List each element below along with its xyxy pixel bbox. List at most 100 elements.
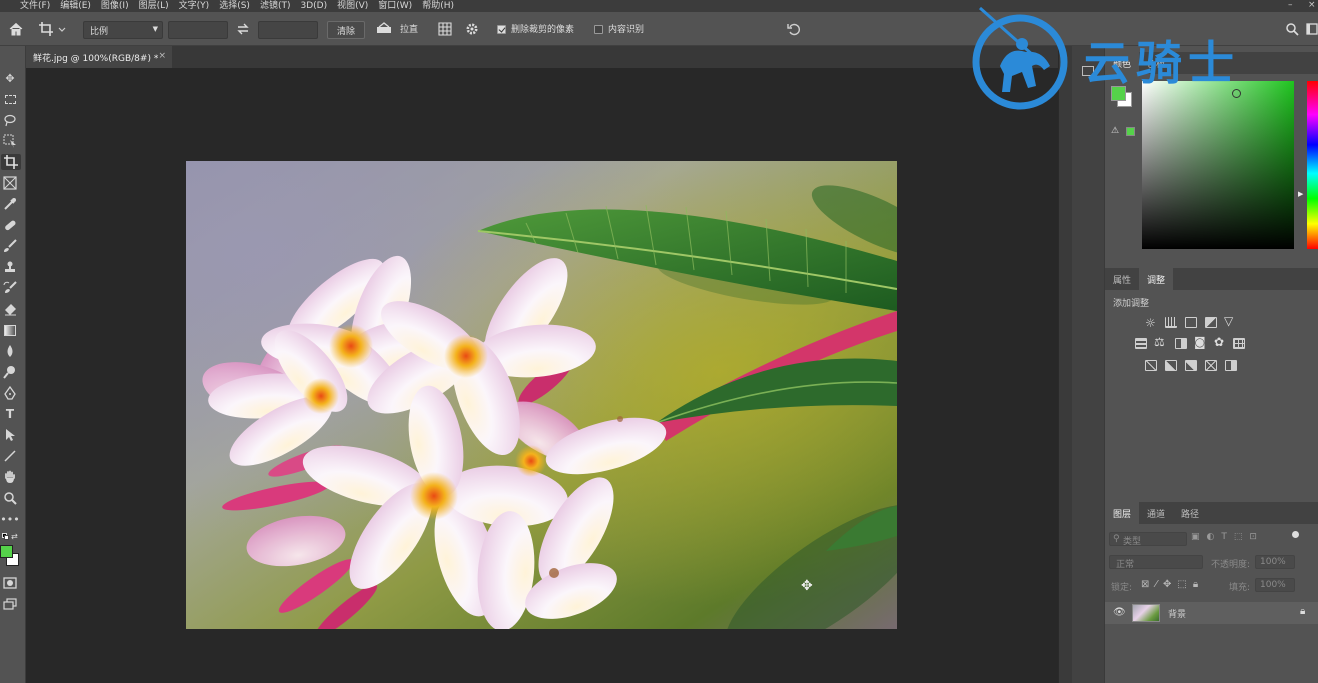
default-colors-icon[interactable] bbox=[2, 533, 10, 541]
document-tab[interactable]: 鲜花.jpg @ 100%(RGB/8#) * × bbox=[26, 46, 172, 68]
pen-tool-icon[interactable] bbox=[2, 385, 18, 401]
menu-image[interactable]: 图像(I) bbox=[101, 0, 129, 12]
panel-collapse-strip[interactable] bbox=[1058, 46, 1072, 683]
photo-filter-icon[interactable]: ◙ bbox=[1194, 335, 1206, 349]
layer-filter-icons[interactable]: ▣◐T⬚⊡ bbox=[1191, 532, 1264, 542]
color-lookup-icon[interactable] bbox=[1233, 338, 1245, 349]
tab-channels[interactable]: 通道 bbox=[1139, 502, 1173, 524]
frame-tool-icon[interactable] bbox=[2, 175, 18, 191]
grid-overlay-icon[interactable] bbox=[438, 12, 452, 46]
hand-tool-icon[interactable] bbox=[2, 469, 18, 485]
curves-icon[interactable] bbox=[1185, 317, 1197, 328]
more-tools-icon[interactable]: ••• bbox=[0, 511, 19, 527]
tab-adjustments[interactable]: 调整 bbox=[1139, 268, 1174, 290]
tab-paths[interactable]: 路径 bbox=[1173, 502, 1207, 524]
type-tool-icon[interactable]: T bbox=[2, 406, 18, 422]
screen-mode-icon[interactable] bbox=[2, 596, 18, 612]
gear-icon[interactable] bbox=[465, 12, 479, 46]
clone-stamp-tool-icon[interactable] bbox=[2, 259, 18, 275]
ratio-select-label: 比例 bbox=[90, 26, 109, 37]
history-brush-tool-icon[interactable] bbox=[2, 280, 18, 296]
foreground-color-swatch[interactable] bbox=[0, 545, 13, 558]
gamut-warning-icon[interactable]: ⚠ bbox=[1111, 126, 1119, 136]
vibrance-icon[interactable]: ▽ bbox=[1224, 314, 1233, 328]
menu-type[interactable]: 文字(Y) bbox=[179, 0, 210, 12]
brush-tool-icon[interactable] bbox=[2, 238, 18, 254]
layer-thumbnail bbox=[1132, 604, 1160, 622]
move-tool-icon[interactable]: ✥ bbox=[2, 70, 18, 86]
layer-kind-label: 类型 bbox=[1123, 537, 1142, 547]
threshold-icon[interactable] bbox=[1185, 360, 1197, 371]
ratio-select[interactable]: 比例 ▼ bbox=[83, 21, 163, 39]
crop-cursor-icon: ✥ bbox=[801, 578, 813, 594]
menu-edit[interactable]: 编辑(E) bbox=[60, 0, 91, 12]
menu-select[interactable]: 选择(S) bbox=[219, 0, 250, 12]
menu-layer[interactable]: 图层(L) bbox=[139, 0, 169, 12]
gradient-tool-icon[interactable] bbox=[2, 322, 18, 338]
marquee-tool-icon[interactable] bbox=[2, 91, 18, 107]
eraser-tool-icon[interactable] bbox=[2, 301, 18, 317]
menu-window[interactable]: 窗口(W) bbox=[378, 0, 412, 12]
gradient-map-icon[interactable] bbox=[1225, 360, 1237, 371]
channel-mixer-icon[interactable]: ✿ bbox=[1214, 335, 1224, 349]
filter-toggle-icon[interactable] bbox=[1292, 531, 1299, 538]
straighten-label[interactable]: 拉直 bbox=[400, 22, 418, 38]
opacity-label: 不透明度: bbox=[1211, 560, 1251, 570]
healing-brush-tool-icon[interactable] bbox=[2, 217, 18, 233]
content-aware-checkbox[interactable] bbox=[594, 25, 603, 34]
close-tab-icon[interactable]: × bbox=[158, 51, 166, 61]
flower-photo[interactable] bbox=[186, 161, 897, 629]
document-tab-bar: 鲜花.jpg @ 100%(RGB/8#) * × bbox=[26, 46, 1058, 68]
layer-name: 背景 bbox=[1168, 610, 1187, 620]
eye-icon[interactable]: 👁︎ bbox=[1113, 607, 1126, 618]
hue-saturation-icon[interactable] bbox=[1135, 338, 1147, 349]
ratio-height-input[interactable] bbox=[258, 21, 318, 39]
lock-options-icons[interactable]: ⊠⁄✥⬚🔒︎ bbox=[1141, 579, 1204, 590]
hue-slider-arrow-icon[interactable]: ▶ bbox=[1298, 190, 1303, 198]
dodge-tool-icon[interactable] bbox=[2, 364, 18, 380]
selective-color-icon[interactable] bbox=[1205, 360, 1217, 371]
path-selection-tool-icon[interactable] bbox=[2, 427, 18, 443]
line-tool-icon[interactable] bbox=[2, 448, 18, 464]
straighten-icon[interactable] bbox=[376, 12, 392, 46]
levels-icon[interactable] bbox=[1165, 317, 1177, 328]
posterize-icon[interactable] bbox=[1165, 360, 1177, 371]
menu-file[interactable]: 文件(F) bbox=[20, 0, 50, 12]
crop-tool-preset-icon[interactable] bbox=[38, 12, 66, 46]
tab-properties[interactable]: 属性 bbox=[1105, 268, 1139, 290]
zoom-tool-icon[interactable] bbox=[2, 490, 18, 506]
object-selection-tool-icon[interactable] bbox=[2, 133, 18, 149]
clear-button[interactable]: 清除 bbox=[327, 21, 365, 39]
lock-label: 锁定: bbox=[1111, 583, 1133, 593]
ratio-width-input[interactable] bbox=[168, 21, 228, 39]
opacity-input[interactable]: 100% bbox=[1255, 555, 1295, 569]
swap-icon[interactable] bbox=[236, 12, 250, 46]
blur-tool-icon[interactable] bbox=[2, 343, 18, 359]
blend-mode-select[interactable]: 正常 bbox=[1109, 555, 1203, 570]
quick-mask-icon[interactable] bbox=[2, 575, 18, 591]
layer-row[interactable]: 👁︎ 背景 🔒︎ bbox=[1105, 602, 1318, 624]
menu-filter[interactable]: 滤镜(T) bbox=[260, 0, 291, 12]
right-panels: 颜色 色板 ⚠ ▶ 属性 调整 添加调整 ☼ ▽ ⚖ ◙ ✿ 图层 通道 路径 … bbox=[1104, 46, 1318, 683]
menu-help[interactable]: 帮助(H) bbox=[422, 0, 454, 12]
brightness-contrast-icon[interactable]: ☼ bbox=[1145, 316, 1156, 330]
canvas-area[interactable]: ✥ bbox=[26, 68, 1058, 683]
lock-icon: 🔒︎ bbox=[1300, 606, 1306, 617]
exposure-icon[interactable] bbox=[1205, 317, 1217, 328]
menu-3d[interactable]: 3D(D) bbox=[300, 0, 327, 12]
lasso-tool-icon[interactable] bbox=[2, 112, 18, 128]
invert-icon[interactable] bbox=[1145, 360, 1157, 371]
home-icon[interactable] bbox=[8, 12, 24, 46]
color-balance-icon[interactable]: ⚖ bbox=[1154, 335, 1165, 349]
fill-input[interactable]: 100% bbox=[1255, 578, 1295, 592]
menu-view[interactable]: 视图(V) bbox=[337, 0, 368, 12]
layer-kind-filter[interactable]: ⚲ 类型 bbox=[1109, 532, 1187, 547]
tab-layers[interactable]: 图层 bbox=[1105, 502, 1140, 524]
crop-tool-icon[interactable] bbox=[1, 154, 21, 170]
black-white-icon[interactable] bbox=[1175, 338, 1187, 349]
delete-cropped-checkbox[interactable] bbox=[497, 25, 506, 34]
swap-colors-icon[interactable]: ⇄ bbox=[11, 532, 18, 541]
gamut-swatch[interactable] bbox=[1126, 127, 1135, 136]
eyedropper-tool-icon[interactable] bbox=[2, 196, 18, 212]
reset-icon[interactable] bbox=[786, 12, 802, 46]
